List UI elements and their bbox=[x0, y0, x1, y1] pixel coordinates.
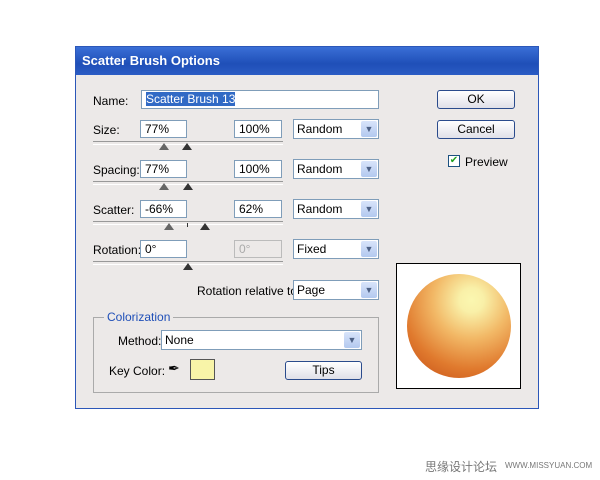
chevron-down-icon: ▼ bbox=[344, 332, 360, 348]
chevron-down-icon: ▼ bbox=[361, 201, 377, 217]
preview-label: Preview bbox=[465, 155, 508, 169]
spacing-mode-select[interactable]: Random ▼ bbox=[293, 159, 379, 179]
method-value: None bbox=[165, 333, 194, 347]
size-min-input[interactable]: 77% bbox=[140, 120, 187, 138]
name-input[interactable]: Scatter Brush 13 bbox=[141, 90, 379, 109]
spacing-max-input[interactable]: 100% bbox=[234, 160, 282, 178]
chevron-down-icon: ▼ bbox=[361, 161, 377, 177]
rotation-handle[interactable] bbox=[183, 263, 193, 270]
chevron-down-icon: ▼ bbox=[361, 121, 377, 137]
key-color-swatch[interactable] bbox=[190, 359, 215, 380]
preview-pane bbox=[396, 263, 521, 389]
scatter-mode-select[interactable]: Random ▼ bbox=[293, 199, 379, 219]
scatter-max-input[interactable]: 62% bbox=[234, 200, 282, 218]
method-label: Method: bbox=[118, 334, 162, 348]
preview-checkbox[interactable]: ✔ bbox=[448, 155, 460, 167]
scatter-max-handle[interactable] bbox=[200, 223, 210, 230]
scatter-mode-value: Random bbox=[297, 202, 343, 216]
size-max-input[interactable]: 100% bbox=[234, 120, 282, 138]
scatter-brush-dialog: Scatter Brush Options Name: Scatter Brus… bbox=[75, 46, 539, 409]
rotation-relative-value: Page bbox=[297, 283, 326, 297]
watermark-cn: 思缘设计论坛 bbox=[425, 460, 498, 474]
name-label: Name: bbox=[93, 94, 129, 108]
spacing-min-handle[interactable] bbox=[159, 183, 169, 190]
method-select[interactable]: None ▼ bbox=[161, 330, 362, 350]
cancel-button[interactable]: Cancel bbox=[437, 120, 515, 139]
ok-button[interactable]: OK bbox=[437, 90, 515, 109]
spacing-min-input[interactable]: 77% bbox=[140, 160, 187, 178]
chevron-down-icon: ▼ bbox=[361, 282, 377, 298]
rotation-relative-label: Rotation relative to: bbox=[197, 284, 301, 298]
size-label: Size: bbox=[93, 123, 120, 137]
name-value: Scatter Brush 13 bbox=[146, 92, 236, 106]
rotation-relative-select[interactable]: Page ▼ bbox=[293, 280, 379, 300]
spacing-mode-value: Random bbox=[297, 162, 343, 176]
scatter-min-input[interactable]: -66% bbox=[140, 200, 187, 218]
scatter-label: Scatter: bbox=[93, 203, 135, 217]
center-tick bbox=[187, 223, 188, 227]
colorization-group bbox=[93, 317, 379, 393]
tips-button[interactable]: Tips bbox=[285, 361, 362, 380]
colorization-title: Colorization bbox=[104, 310, 174, 324]
key-color-label: Key Color: bbox=[109, 364, 166, 378]
scatter-min-handle[interactable] bbox=[164, 223, 174, 230]
spacing-label: Spacing: bbox=[93, 163, 140, 177]
size-mode-select[interactable]: Random ▼ bbox=[293, 119, 379, 139]
rotation-mode-value: Fixed bbox=[297, 242, 327, 256]
rotation-mode-select[interactable]: Fixed ▼ bbox=[293, 239, 379, 259]
rotation-max-input: 0° bbox=[234, 240, 282, 258]
size-max-handle[interactable] bbox=[182, 143, 192, 150]
watermark-url: WWW.MISSYUAN.COM bbox=[505, 461, 593, 470]
rotation-min-input[interactable]: 0° bbox=[140, 240, 187, 258]
spacing-max-handle[interactable] bbox=[183, 183, 193, 190]
eyedropper-icon[interactable]: ✒ bbox=[168, 360, 180, 377]
size-min-handle[interactable] bbox=[159, 143, 169, 150]
size-mode-value: Random bbox=[297, 122, 343, 136]
chevron-down-icon: ▼ bbox=[361, 241, 377, 257]
rotation-label: Rotation: bbox=[93, 243, 142, 257]
brush-sphere-preview bbox=[407, 274, 511, 378]
scatter-slider-track[interactable] bbox=[93, 221, 283, 225]
dialog-title: Scatter Brush Options bbox=[76, 47, 538, 75]
